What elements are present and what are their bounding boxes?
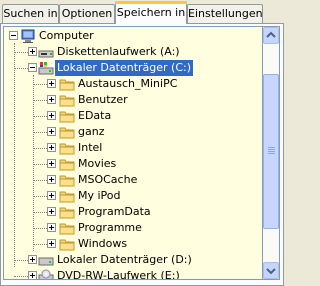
tree-node-label: ProgramData xyxy=(78,205,151,218)
tree-node-label: Computer xyxy=(39,29,94,42)
tree-node-label: EData xyxy=(78,109,112,122)
arrow-up-icon xyxy=(266,31,276,38)
tree-line xyxy=(33,100,47,101)
tree-line xyxy=(33,212,47,213)
tab-label: Speichern in xyxy=(116,6,186,19)
tab-speichern-in[interactable]: Speichern in xyxy=(115,1,187,24)
collapse-icon[interactable] xyxy=(9,31,18,40)
folder-icon xyxy=(59,124,75,140)
tree-line xyxy=(33,196,47,197)
tab-label: Suchen in xyxy=(3,7,58,20)
local-drive-icon xyxy=(38,62,54,75)
tree-node-folder[interactable]: ganz xyxy=(4,124,260,140)
tree-node-folder[interactable]: Austausch_MiniPC xyxy=(4,76,260,92)
tree-line xyxy=(33,180,47,181)
expand-icon[interactable] xyxy=(47,143,56,152)
floppy-drive-icon xyxy=(38,50,54,58)
scroll-thumb[interactable] xyxy=(263,74,279,229)
folder-icon xyxy=(59,76,75,92)
expand-icon[interactable] xyxy=(47,223,56,232)
tab-optionen[interactable]: Optionen xyxy=(59,4,115,23)
tree-node-folder[interactable]: EData xyxy=(4,108,260,124)
arrow-down-icon xyxy=(266,268,276,275)
tab-label: Einstellungen xyxy=(188,7,263,20)
tree-node-folder[interactable]: Windows xyxy=(4,236,260,252)
tree-node-label: Windows xyxy=(78,237,128,250)
expand-icon[interactable] xyxy=(47,207,56,216)
folder-tree[interactable]: Computer Diskettenlaufwerk (A:) Lokaler … xyxy=(3,26,263,280)
tree-node-folder[interactable]: MSOCache xyxy=(4,172,260,188)
tree-line xyxy=(14,276,28,277)
folder-icon xyxy=(59,220,75,236)
tab-bar: Suchen in Optionen Speichern in Einstell… xyxy=(0,0,284,24)
tree-node-label: MSOCache xyxy=(78,173,138,186)
expand-icon[interactable] xyxy=(47,191,56,200)
folder-icon xyxy=(59,236,75,252)
expand-icon[interactable] xyxy=(28,271,37,279)
tree-node-folder[interactable]: Programme xyxy=(4,220,260,236)
tree-node-label: ganz xyxy=(78,125,105,138)
tab-label: Optionen xyxy=(61,7,113,20)
folder-icon xyxy=(59,172,75,188)
tree-line xyxy=(33,116,47,117)
expand-icon[interactable] xyxy=(28,47,37,56)
tree-node-label: My iPod xyxy=(78,189,121,202)
tree-node-drive-c[interactable]: Lokaler Datenträger (C:) xyxy=(4,60,260,76)
tree-node-drive-a[interactable]: Diskettenlaufwerk (A:) xyxy=(4,44,260,60)
tree-node-folder[interactable]: My iPod xyxy=(4,188,260,204)
tab-einstellungen[interactable]: Einstellungen xyxy=(187,4,263,23)
tab-suchen-in[interactable]: Suchen in xyxy=(2,4,59,23)
tree-line xyxy=(33,148,47,149)
scroll-up-button[interactable] xyxy=(263,27,279,44)
tree-node-label: Programme xyxy=(78,221,142,234)
tree-node-folder[interactable]: Intel xyxy=(4,140,260,156)
expand-icon[interactable] xyxy=(47,159,56,168)
scroll-down-button[interactable] xyxy=(263,262,279,279)
tree-line xyxy=(14,52,28,53)
vertical-scrollbar[interactable] xyxy=(263,26,280,280)
tree-line xyxy=(33,164,47,165)
tree-node-folder[interactable]: Movies xyxy=(4,156,260,172)
tree-node-folder[interactable]: ProgramData xyxy=(4,204,260,220)
tree-node-label: Lokaler Datenträger (C:) xyxy=(55,60,194,76)
expand-icon[interactable] xyxy=(47,111,56,120)
tree-line xyxy=(14,68,28,69)
tree-node-label: Intel xyxy=(78,141,103,154)
folder-icon xyxy=(59,156,75,172)
expand-icon[interactable] xyxy=(28,255,37,264)
folder-icon xyxy=(59,204,75,220)
folder-icon xyxy=(59,92,75,108)
expand-icon[interactable] xyxy=(47,127,56,136)
tree-node-label: Lokaler Datenträger (D:) xyxy=(57,253,192,266)
expand-icon[interactable] xyxy=(47,95,56,104)
collapse-icon[interactable] xyxy=(28,63,37,72)
expand-icon[interactable] xyxy=(47,79,56,88)
dvd-drive-icon xyxy=(38,269,54,279)
tree-line xyxy=(33,132,47,133)
tree-node-label: DVD-RW-Laufwerk (E:) xyxy=(57,269,180,280)
tree-line xyxy=(33,244,47,245)
tree-node-drive-e[interactable]: DVD-RW-Laufwerk (E:) xyxy=(4,268,260,280)
tree-node-computer[interactable]: Computer xyxy=(4,28,260,44)
folder-icon xyxy=(59,108,75,124)
expand-icon[interactable] xyxy=(47,175,56,184)
folder-icon xyxy=(59,188,75,204)
tree-node-label: Movies xyxy=(78,157,117,170)
tree-node-label: Diskettenlaufwerk (A:) xyxy=(57,45,180,58)
folder-icon xyxy=(59,140,75,156)
local-drive-icon xyxy=(38,257,54,266)
tree-node-drive-d[interactable]: Lokaler Datenträger (D:) xyxy=(4,252,260,268)
tree-line xyxy=(14,260,28,261)
tree-node-label: Benutzer xyxy=(78,93,128,106)
computer-icon xyxy=(21,29,35,43)
tree-line xyxy=(33,228,47,229)
tree-node-label: Austausch_MiniPC xyxy=(78,77,178,90)
tree-node-folder[interactable]: Benutzer xyxy=(4,92,260,108)
tree-line xyxy=(33,84,47,85)
expand-icon[interactable] xyxy=(47,239,56,248)
